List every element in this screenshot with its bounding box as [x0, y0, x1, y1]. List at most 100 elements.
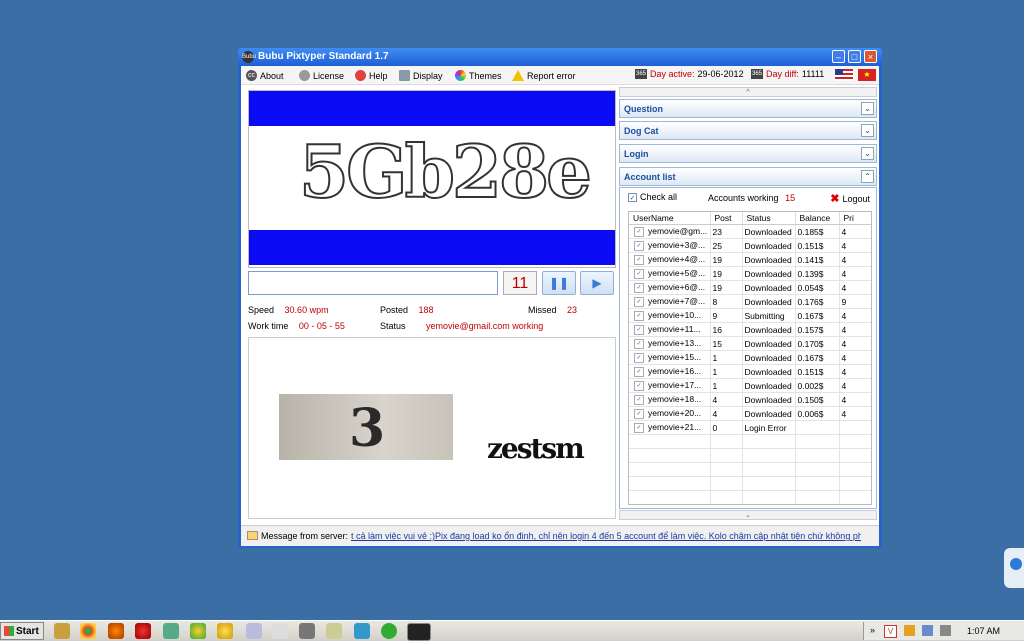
- row-checkbox[interactable]: ✓: [634, 408, 644, 419]
- row-checkbox[interactable]: ✓: [634, 324, 644, 335]
- close-button[interactable]: ×: [864, 50, 877, 63]
- row-checkbox[interactable]: ✓: [634, 282, 644, 293]
- panel-dogcat[interactable]: Dog Cat ⌄: [619, 121, 877, 140]
- pixtyper-taskbar-button[interactable]: [407, 623, 431, 641]
- volume-icon[interactable]: [940, 625, 951, 636]
- smiley-icon[interactable]: [217, 623, 233, 639]
- captcha-bottom-band: [249, 230, 615, 265]
- table-cell: 4: [839, 350, 871, 365]
- chevron-up-icon[interactable]: ⌃: [861, 170, 874, 183]
- row-checkbox[interactable]: ✓: [634, 268, 644, 279]
- check-icon[interactable]: [381, 623, 397, 639]
- captcha-answer-input[interactable]: [248, 271, 498, 295]
- pause-button[interactable]: ❚❚: [542, 271, 576, 295]
- table-cell: 0.002$: [795, 378, 840, 393]
- table-cell: ✓ yemovie+4@...: [629, 252, 711, 267]
- menu-help[interactable]: Help: [355, 69, 388, 82]
- server-message[interactable]: t cả làm việc vui vẻ :)Pix đang load ko …: [351, 531, 861, 541]
- firefox-icon[interactable]: [108, 623, 124, 639]
- opera-icon[interactable]: [135, 623, 151, 639]
- panel-account-list[interactable]: Account list ⌃: [619, 167, 877, 186]
- taskbar-app-icon[interactable]: [246, 623, 262, 639]
- table-row[interactable]: ✓ yemovie+3@... 25 Downloaded 0.151$ 4: [629, 238, 871, 253]
- maximize-button[interactable]: □: [848, 50, 861, 63]
- row-checkbox[interactable]: ✓: [634, 380, 644, 391]
- table-cell: [839, 434, 871, 449]
- column-header[interactable]: Balance: [795, 212, 840, 225]
- row-checkbox[interactable]: ✓: [634, 366, 644, 377]
- table-cell: ✓ yemovie+17...: [629, 378, 711, 393]
- play-button[interactable]: ▶: [580, 271, 614, 295]
- cc-icon: cc: [246, 70, 257, 81]
- column-header[interactable]: UserName: [629, 212, 711, 225]
- network-icon[interactable]: [922, 625, 933, 636]
- table-row[interactable]: ✓ yemovie+6@... 19 Downloaded 0.054$ 4: [629, 280, 871, 295]
- table-row[interactable]: ✓ yemovie+17... 1 Downloaded 0.002$ 4: [629, 378, 871, 393]
- chevron-down-icon[interactable]: ⌄: [861, 147, 874, 160]
- table-row[interactable]: ✓ yemovie+11... 16 Downloaded 0.157$ 4: [629, 322, 871, 337]
- table-row[interactable]: ✓ yemovie+21... 0 Login Error: [629, 420, 871, 435]
- scroll-up-button[interactable]: ^: [619, 87, 877, 97]
- system-tray: » V 1:07 AM: [863, 622, 1024, 640]
- table-cell: Login Error: [742, 420, 796, 435]
- row-checkbox[interactable]: ✓: [634, 352, 644, 363]
- menu-themes[interactable]: Themes: [455, 69, 502, 82]
- chrome-icon[interactable]: [80, 623, 96, 639]
- skype-icon[interactable]: [354, 623, 370, 639]
- us-flag-icon[interactable]: [835, 69, 853, 81]
- start-button[interactable]: Start: [0, 622, 44, 640]
- row-checkbox[interactable]: ✓: [634, 394, 644, 405]
- tray-icon[interactable]: [904, 625, 915, 636]
- chevron-down-icon[interactable]: ⌄: [861, 102, 874, 115]
- menu-license[interactable]: License: [299, 69, 344, 82]
- panel-login[interactable]: Login ⌄: [619, 144, 877, 163]
- row-checkbox[interactable]: ✓: [634, 240, 644, 251]
- cell-text: 4: [841, 254, 847, 265]
- check-all[interactable]: ✓ Check all: [628, 192, 677, 202]
- table-row[interactable]: ✓ yemovie+4@... 19 Downloaded 0.141$ 4: [629, 252, 871, 267]
- table-row[interactable]: ✓ yemovie+18... 4 Downloaded 0.150$ 4: [629, 392, 871, 407]
- check-all-checkbox[interactable]: ✓: [628, 192, 637, 202]
- table-row[interactable]: ✓ yemovie@gm... 23 Downloaded 0.185$ 4: [629, 224, 871, 239]
- logout-button[interactable]: ✖ Logout: [830, 192, 870, 205]
- column-header[interactable]: Post: [710, 212, 743, 225]
- table-cell: 19: [710, 252, 743, 267]
- table-row[interactable]: ✓ yemovie+20... 4 Downloaded 0.006$ 4: [629, 406, 871, 421]
- taskbar-app-icon[interactable]: [299, 623, 315, 639]
- cell-text: 0.167$: [797, 310, 824, 321]
- row-checkbox[interactable]: ✓: [634, 254, 644, 265]
- minimize-button[interactable]: –: [832, 50, 845, 63]
- table-row[interactable]: ✓ yemovie+13... 15 Downloaded 0.170$ 4: [629, 336, 871, 351]
- panel-question[interactable]: Question ⌄: [619, 99, 877, 118]
- taskbar-app-icon[interactable]: [163, 623, 179, 639]
- taskbar-app-icon[interactable]: [190, 623, 206, 639]
- title-bar[interactable]: Bubu Bubu Pixtyper Standard 1.7 – □ ×: [238, 48, 882, 66]
- chevron-down-icon[interactable]: ⌄: [861, 124, 874, 137]
- table-row[interactable]: ✓ yemovie+5@... 19 Downloaded 0.139$ 4: [629, 266, 871, 281]
- row-checkbox[interactable]: ✓: [634, 422, 644, 433]
- table-row[interactable]: ✓ yemovie+15... 1 Downloaded 0.167$ 4: [629, 350, 871, 365]
- cell-text: yemovie+13...: [648, 338, 702, 349]
- row-checkbox[interactable]: ✓: [634, 226, 644, 237]
- row-checkbox[interactable]: ✓: [634, 338, 644, 349]
- column-header[interactable]: Pri: [839, 212, 871, 225]
- taskbar-app-icon[interactable]: [54, 623, 70, 639]
- antivirus-icon[interactable]: V: [884, 625, 897, 638]
- cell-text: 0.002$: [797, 380, 824, 391]
- menu-report-error[interactable]: Report error: [512, 69, 576, 82]
- table-row[interactable]: ✓ yemovie+10... 9 Submitting 0.167$ 4: [629, 308, 871, 323]
- row-checkbox[interactable]: ✓: [634, 310, 644, 321]
- vietnam-flag-icon[interactable]: ★: [858, 69, 876, 81]
- scroll-down-button[interactable]: ⌄: [619, 510, 877, 520]
- clock[interactable]: 1:07 AM: [967, 626, 1000, 636]
- tray-expand-icon[interactable]: »: [870, 625, 875, 635]
- taskbar-app-icon[interactable]: [272, 623, 288, 639]
- column-header[interactable]: Status: [742, 212, 796, 225]
- taskbar-app-icon[interactable]: [326, 623, 342, 639]
- menu-about[interactable]: cc About: [246, 69, 284, 82]
- row-checkbox[interactable]: ✓: [634, 296, 644, 307]
- table-row[interactable]: ✓ yemovie+7@... 8 Downloaded 0.176$ 9: [629, 294, 871, 309]
- teamviewer-tab[interactable]: [1004, 548, 1024, 588]
- menu-display[interactable]: Display: [399, 69, 443, 82]
- table-row[interactable]: ✓ yemovie+16... 1 Downloaded 0.151$ 4: [629, 364, 871, 379]
